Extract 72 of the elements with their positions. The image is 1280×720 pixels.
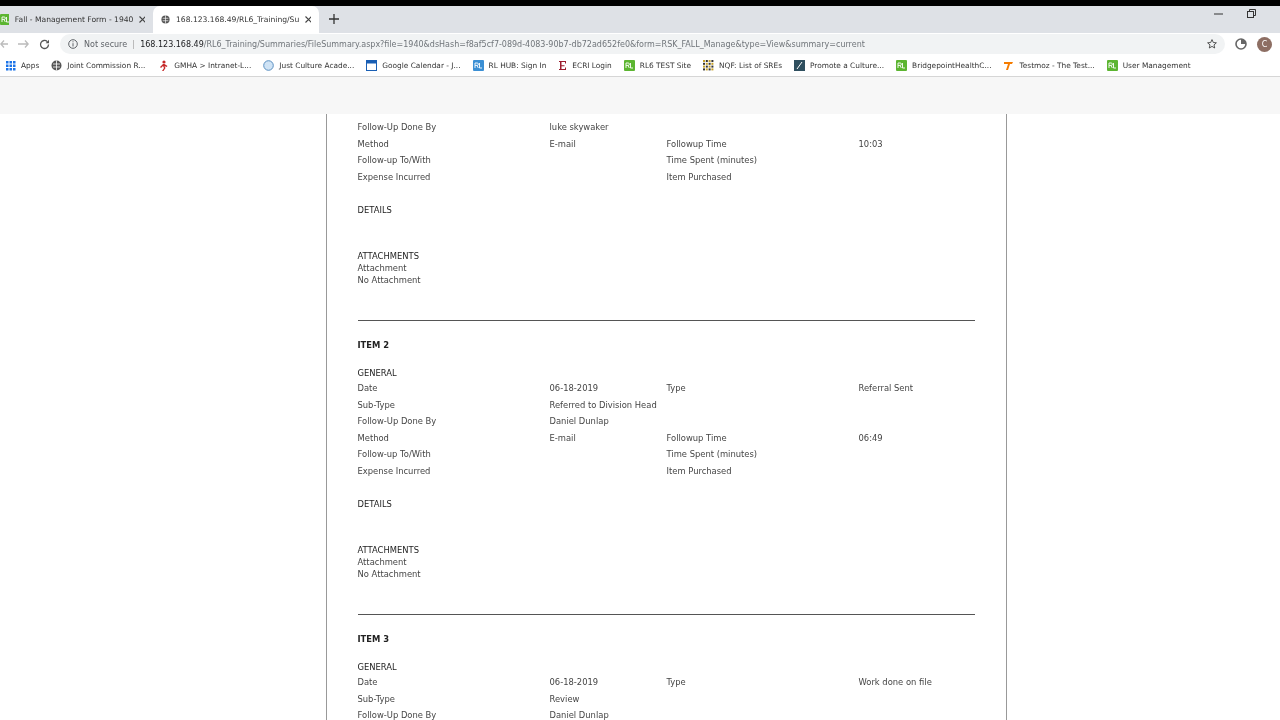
- apps-grid-icon: [6, 60, 16, 71]
- attachments-heading: ATTACHMENTS: [357, 544, 420, 557]
- field-label: Followup Time: [666, 431, 728, 445]
- field-label: Method: [357, 137, 390, 151]
- calendar-icon: [366, 60, 378, 71]
- close-icon[interactable]: [139, 16, 145, 23]
- section-heading: GENERAL: [357, 661, 398, 674]
- round-emblem-icon: [263, 60, 275, 71]
- rl-logo-icon: [623, 60, 635, 71]
- field-label: Sub-Type: [357, 692, 396, 706]
- field-label: Follow-Up Done By: [357, 415, 438, 428]
- section-heading: GENERAL: [357, 367, 398, 380]
- attachment-value: No Attachment: [357, 274, 422, 286]
- field-label: Item Purchased: [666, 170, 733, 184]
- field-label: Method: [357, 431, 390, 445]
- attachment-label: Attachment: [357, 557, 408, 569]
- profile-avatar[interactable]: C: [1257, 36, 1272, 52]
- item-title: ITEM 3: [357, 633, 391, 646]
- field-value: 10:03: [858, 137, 884, 151]
- field-label: Date: [357, 676, 379, 689]
- field-value: Review: [549, 692, 581, 706]
- field-label: Follow-up To/With: [357, 448, 432, 461]
- url-text: 168.123.168.49/RL6_Training/Summaries/FileSummary.aspx?file=1940&dsHash=f8af5cf7-089d-4083-90b7-db72ad652fe0&form=RSK_FALL_Manage&type=View&summary=current: [140, 39, 865, 49]
- close-icon[interactable]: [305, 16, 311, 23]
- field-value: Daniel Dunlap: [549, 709, 610, 720]
- field-value: Work done on file: [858, 676, 933, 689]
- star-icon[interactable]: [1207, 39, 1217, 49]
- globe-icon: [161, 14, 170, 25]
- field-label: Followup Time: [666, 137, 728, 151]
- rl-logo-icon: [1106, 60, 1118, 71]
- address-bar[interactable]: Not secure 168.123.168.49/RL6_Training/Summaries/FileSummary.aspx?file=1940&dsHash=f8af5cf7-089d-4083-90b7-db72ad652fe0&form=RSK_FALL_Manage&type=View&summary=current: [60, 34, 1225, 54]
- security-label: Not secure: [84, 39, 135, 49]
- field-value: 06-18-2019: [549, 676, 600, 689]
- attachment-label: Attachment: [357, 263, 408, 275]
- details-heading: DETAILS: [357, 498, 393, 511]
- attachments-heading: ATTACHMENTS: [357, 250, 420, 263]
- globe-icon: [51, 60, 63, 71]
- field-value: 06-18-2019: [549, 382, 600, 395]
- field-label: Expense Incurred: [357, 170, 432, 184]
- field-label: Follow-Up Done By: [357, 121, 438, 134]
- field-label: Item Purchased: [666, 464, 733, 478]
- info-icon: [68, 39, 78, 49]
- rl-logo-icon: [472, 60, 484, 71]
- field-value: E-mail: [549, 431, 577, 445]
- field-label: Follow-up To/With: [357, 154, 432, 167]
- field-value: luke skywaker: [549, 121, 610, 134]
- rl-logo-icon: [896, 60, 908, 71]
- field-label: Type: [666, 676, 687, 689]
- reload-icon[interactable]: [39, 38, 50, 50]
- field-label: Time Spent (minutes): [666, 448, 759, 461]
- field-label: Expense Incurred: [357, 464, 432, 478]
- field-value: Referred to Division Head: [549, 398, 658, 412]
- field-value: 06:49: [858, 431, 884, 445]
- field-value: E-mail: [549, 137, 577, 151]
- field-value: Daniel Dunlap: [549, 415, 610, 428]
- slash-square-icon: [794, 60, 805, 71]
- rl-logo-icon: [0, 14, 9, 25]
- item-title: ITEM 2: [357, 339, 391, 352]
- restore-icon[interactable]: [1247, 9, 1256, 18]
- ecri-logo-icon: [558, 60, 568, 71]
- field-label: Follow-Up Done By: [357, 709, 438, 720]
- dotted-grid-icon: [703, 60, 715, 71]
- field-label: Sub-Type: [357, 398, 396, 412]
- field-value: Referral Sent: [858, 382, 915, 395]
- field-label: Time Spent (minutes): [666, 154, 759, 167]
- field-label: Type: [666, 382, 687, 395]
- new-tab-plus-icon[interactable]: [329, 14, 339, 24]
- extension-icon[interactable]: [1235, 38, 1247, 50]
- details-heading: DETAILS: [357, 204, 393, 217]
- field-label: Date: [357, 382, 379, 395]
- testmoz-logo-icon: [1003, 60, 1015, 71]
- attachment-value: No Attachment: [357, 568, 422, 580]
